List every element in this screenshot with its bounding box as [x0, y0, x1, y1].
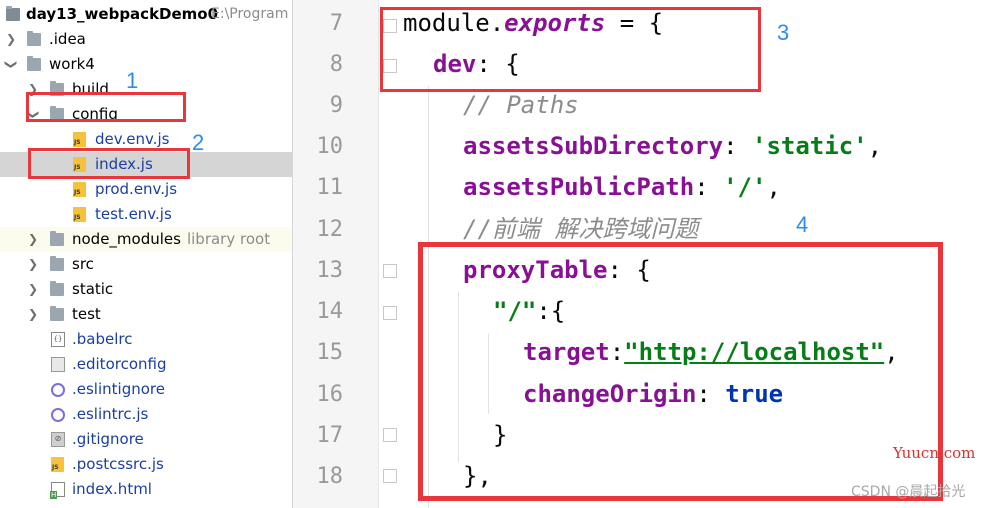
js-file-icon: JS [73, 182, 86, 197]
annotation-4: 4 [796, 212, 809, 237]
tree-item-test-env[interactable]: JS test.env.js [0, 202, 292, 227]
project-root-row[interactable]: day13_webpackDemo0 E:\Program [0, 2, 292, 27]
highlight-box-proxy-table [418, 242, 943, 501]
highlight-box-index-js [28, 148, 190, 179]
chevron-right-icon[interactable]: ❯ [26, 277, 40, 302]
highlight-box-module-exports [380, 7, 761, 92]
tree-item-work4[interactable]: ❯ work4 [0, 52, 292, 77]
author-watermark: CSDN @晨起拾光 [851, 484, 966, 500]
project-tree: day13_webpackDemo0 E:\Program ❯ .idea ❯ … [0, 0, 293, 508]
fold-marker-icon[interactable] [383, 264, 397, 278]
code-line-11[interactable]: assetsPublicPath: '/', [463, 167, 781, 208]
tree-item-babelrc[interactable]: {} .babelrc [0, 327, 292, 352]
tree-item-label: .idea [49, 30, 86, 48]
fold-marker-icon[interactable] [383, 428, 397, 442]
html-file-icon [50, 482, 65, 499]
tree-item-label: index.html [72, 480, 152, 498]
tree-item-test[interactable]: ❯ test [0, 302, 292, 327]
folder-icon [27, 31, 41, 46]
tree-item-label: src [72, 255, 94, 273]
tree-item-postcssrc[interactable]: JS .postcssrc.js [0, 452, 292, 477]
line-number: 8 [329, 52, 343, 77]
folder-icon [50, 306, 64, 321]
folder-icon [50, 231, 64, 246]
annotation-1: 1 [126, 68, 139, 93]
line-number: 9 [329, 93, 343, 118]
folder-icon [50, 281, 64, 296]
config-file-icon: {} [51, 332, 65, 347]
annotation-3: 3 [777, 20, 790, 45]
chevron-right-icon[interactable]: ❯ [4, 27, 18, 52]
line-number: 7 [329, 11, 343, 36]
gitignore-file-icon: ⊘ [51, 432, 65, 447]
tree-item-label: work4 [49, 55, 95, 73]
tree-item-idea[interactable]: ❯ .idea [0, 27, 292, 52]
tree-item-label: .editorconfig [72, 355, 167, 373]
tree-item-label: prod.env.js [95, 180, 178, 198]
line-number: 12 [316, 217, 344, 242]
tree-item-eslintignore[interactable]: .eslintignore [0, 377, 292, 402]
tree-item-static[interactable]: ❯ static [0, 277, 292, 302]
js-file-icon: JS [51, 457, 64, 472]
project-path-hint: E:\Program [211, 6, 289, 22]
line-number: 11 [316, 175, 344, 200]
chevron-right-icon[interactable]: ❯ [26, 227, 40, 252]
line-number: 18 [316, 464, 344, 489]
tree-item-node-modules[interactable]: ❯ node_modules library root [0, 227, 292, 252]
tree-item-label: .eslintrc.js [72, 405, 149, 423]
line-number: 16 [316, 382, 344, 407]
editorconfig-file-icon [51, 357, 65, 372]
code-line-10[interactable]: assetsSubDirectory: 'static', [463, 126, 882, 167]
site-watermark: Yuucn.com [893, 444, 976, 462]
fold-marker-icon[interactable] [383, 306, 397, 320]
eslint-icon [51, 408, 65, 422]
tree-item-label: test.env.js [95, 205, 172, 223]
tree-item-label: static [72, 280, 114, 298]
tree-item-src[interactable]: ❯ src [0, 252, 292, 277]
annotation-2: 2 [192, 130, 205, 155]
tree-item-index-html[interactable]: index.html [0, 477, 292, 502]
tree-item-label: .babelrc [72, 330, 133, 348]
line-number: 10 [316, 134, 344, 159]
line-number: 15 [316, 340, 344, 365]
tree-item-gitignore[interactable]: ⊘ .gitignore [0, 427, 292, 452]
project-name: day13_webpackDemo0 [26, 5, 219, 23]
js-file-icon: JS [73, 132, 86, 147]
highlight-box-config [26, 92, 186, 122]
chevron-right-icon[interactable]: ❯ [26, 252, 40, 277]
chevron-right-icon[interactable]: ❯ [26, 302, 40, 327]
tree-item-prod-env[interactable]: JS prod.env.js [0, 177, 292, 202]
tree-item-eslintrc[interactable]: .eslintrc.js [0, 402, 292, 427]
library-root-hint: library root [186, 230, 271, 248]
folder-icon [27, 56, 41, 71]
folder-icon [50, 256, 64, 271]
chevron-down-icon[interactable]: ❯ [0, 58, 24, 72]
tree-item-editorconfig[interactable]: .editorconfig [0, 352, 292, 377]
tree-item-label: node_modules library root [72, 230, 271, 248]
line-number: 14 [316, 299, 344, 324]
tree-item-label: test [72, 305, 101, 323]
eslint-icon [51, 383, 65, 397]
tree-item-label: .eslintignore [72, 380, 165, 398]
line-number: 17 [316, 423, 344, 448]
js-file-icon: JS [73, 207, 86, 222]
project-folder-icon [6, 6, 20, 21]
tree-item-label: .gitignore [72, 430, 144, 448]
fold-marker-icon[interactable] [383, 469, 397, 483]
line-number: 13 [316, 258, 344, 283]
tree-item-label: .postcssrc.js [72, 455, 164, 473]
